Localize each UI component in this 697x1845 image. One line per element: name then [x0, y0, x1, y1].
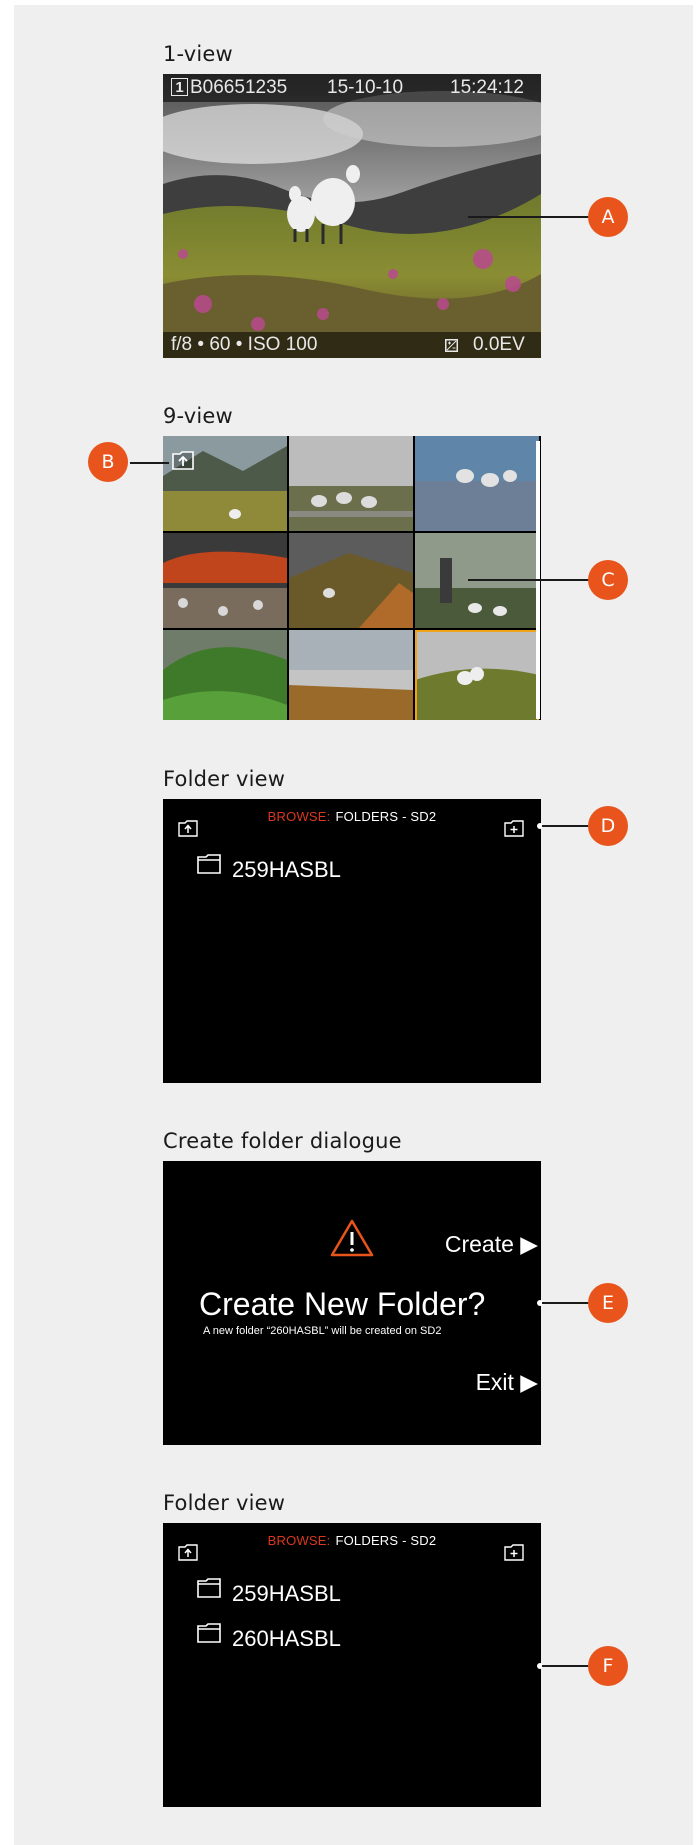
folder-view-title: Folder view: [163, 767, 286, 791]
callout-c: C: [588, 560, 628, 600]
nine-view-screen[interactable]: [163, 436, 541, 720]
image-info-bar: 1 B06651235 15-10-10 15:24:12: [163, 74, 541, 102]
thumbnail-image: [415, 436, 539, 531]
thumbnail-image: [163, 630, 287, 720]
folder-icon: [197, 854, 221, 874]
thumbnail-image: [289, 533, 413, 628]
ev-value: 0.0EV: [473, 334, 525, 355]
thumbnail-3[interactable]: [415, 436, 539, 531]
thumbnail-image: [289, 630, 413, 720]
browse-path: FOLDERS - SD2: [335, 809, 437, 824]
callout-c-leader: [468, 579, 589, 581]
capture-time: 15:24:12: [450, 77, 524, 98]
callout-b: B: [88, 442, 128, 482]
folder-name: 260HASBL: [232, 1626, 341, 1651]
folder-item[interactable]: 259HASBL: [197, 1578, 397, 1606]
thumbnail-grid: [163, 436, 539, 720]
folder-icon: [197, 1578, 221, 1598]
nine-view-title: 9-view: [163, 404, 233, 428]
folder-up-icon[interactable]: [178, 1543, 198, 1561]
folder-view-2-title: Folder view: [163, 1491, 286, 1515]
thumbnail-image: [163, 533, 287, 628]
folder-name: 259HASBL: [232, 857, 341, 882]
thumbnail-image: [289, 436, 413, 531]
folder-icon: [197, 1623, 221, 1643]
thumbnail-9-selected[interactable]: [415, 630, 539, 720]
folder-name: 259HASBL: [232, 1581, 341, 1606]
browse-header: BROWSE: FOLDERS - SD2: [163, 1533, 541, 1548]
folder-item[interactable]: 259HASBL: [197, 854, 397, 882]
new-folder-icon[interactable]: [504, 1543, 524, 1561]
dialog-heading: Create New Folder?: [199, 1286, 486, 1322]
exposure-compensation-icon: [445, 339, 458, 352]
folder-view-screen[interactable]: BROWSE: FOLDERS - SD2 259HASBL: [163, 799, 541, 1083]
folder-up-icon[interactable]: [178, 819, 198, 837]
capture-date: 15-10-10: [327, 77, 404, 98]
exposure-info-bar: f/8 • 60 • ISO 100 0.0EV: [163, 332, 541, 358]
folder-item[interactable]: 260HASBL: [197, 1623, 397, 1651]
create-button[interactable]: Create ▶: [445, 1231, 538, 1258]
browse-path: FOLDERS - SD2: [335, 1533, 437, 1548]
callout-e: E: [588, 1283, 628, 1323]
callout-a-leader: [468, 216, 589, 218]
folder-view-2-screen[interactable]: BROWSE: FOLDERS - SD2 259HASBL 260HASBL: [163, 1523, 541, 1807]
thumbnail-4[interactable]: [163, 533, 287, 628]
exposure-settings: f/8 • 60 • ISO 100: [171, 334, 318, 355]
callout-d: D: [588, 806, 628, 846]
thumbnail-5[interactable]: [289, 533, 413, 628]
browse-label: BROWSE:: [267, 1533, 331, 1548]
thumbnail-image: [415, 630, 539, 720]
callout-a: A: [588, 197, 628, 237]
create-dialog-screen[interactable]: Create ▶ Create New Folder? A new folder…: [163, 1161, 541, 1445]
callout-d-leader: [542, 825, 589, 827]
callout-f: F: [588, 1646, 628, 1686]
folder-up-icon[interactable]: [172, 450, 194, 470]
callout-b-leader: [130, 462, 169, 464]
thumbnail-8[interactable]: [289, 630, 413, 720]
image-id-group: 1 B06651235: [171, 77, 287, 99]
one-view-title: 1-view: [163, 42, 233, 66]
thumbnail-2[interactable]: [289, 436, 413, 531]
exit-button[interactable]: Exit ▶: [476, 1369, 538, 1396]
create-dialog-title: Create folder dialogue: [163, 1129, 402, 1153]
image-id: B06651235: [190, 77, 288, 98]
browse-header: BROWSE: FOLDERS - SD2: [163, 809, 541, 824]
callout-e-leader: [542, 1302, 589, 1304]
dialog-message: A new folder “260HASBL” will be created …: [203, 1325, 442, 1337]
view-badge: 1: [171, 78, 188, 96]
new-folder-icon[interactable]: [504, 819, 524, 837]
warning-triangle-icon: [330, 1219, 374, 1257]
callout-f-leader: [542, 1665, 589, 1667]
browse-label: BROWSE:: [267, 809, 331, 824]
thumbnail-7[interactable]: [163, 630, 287, 720]
